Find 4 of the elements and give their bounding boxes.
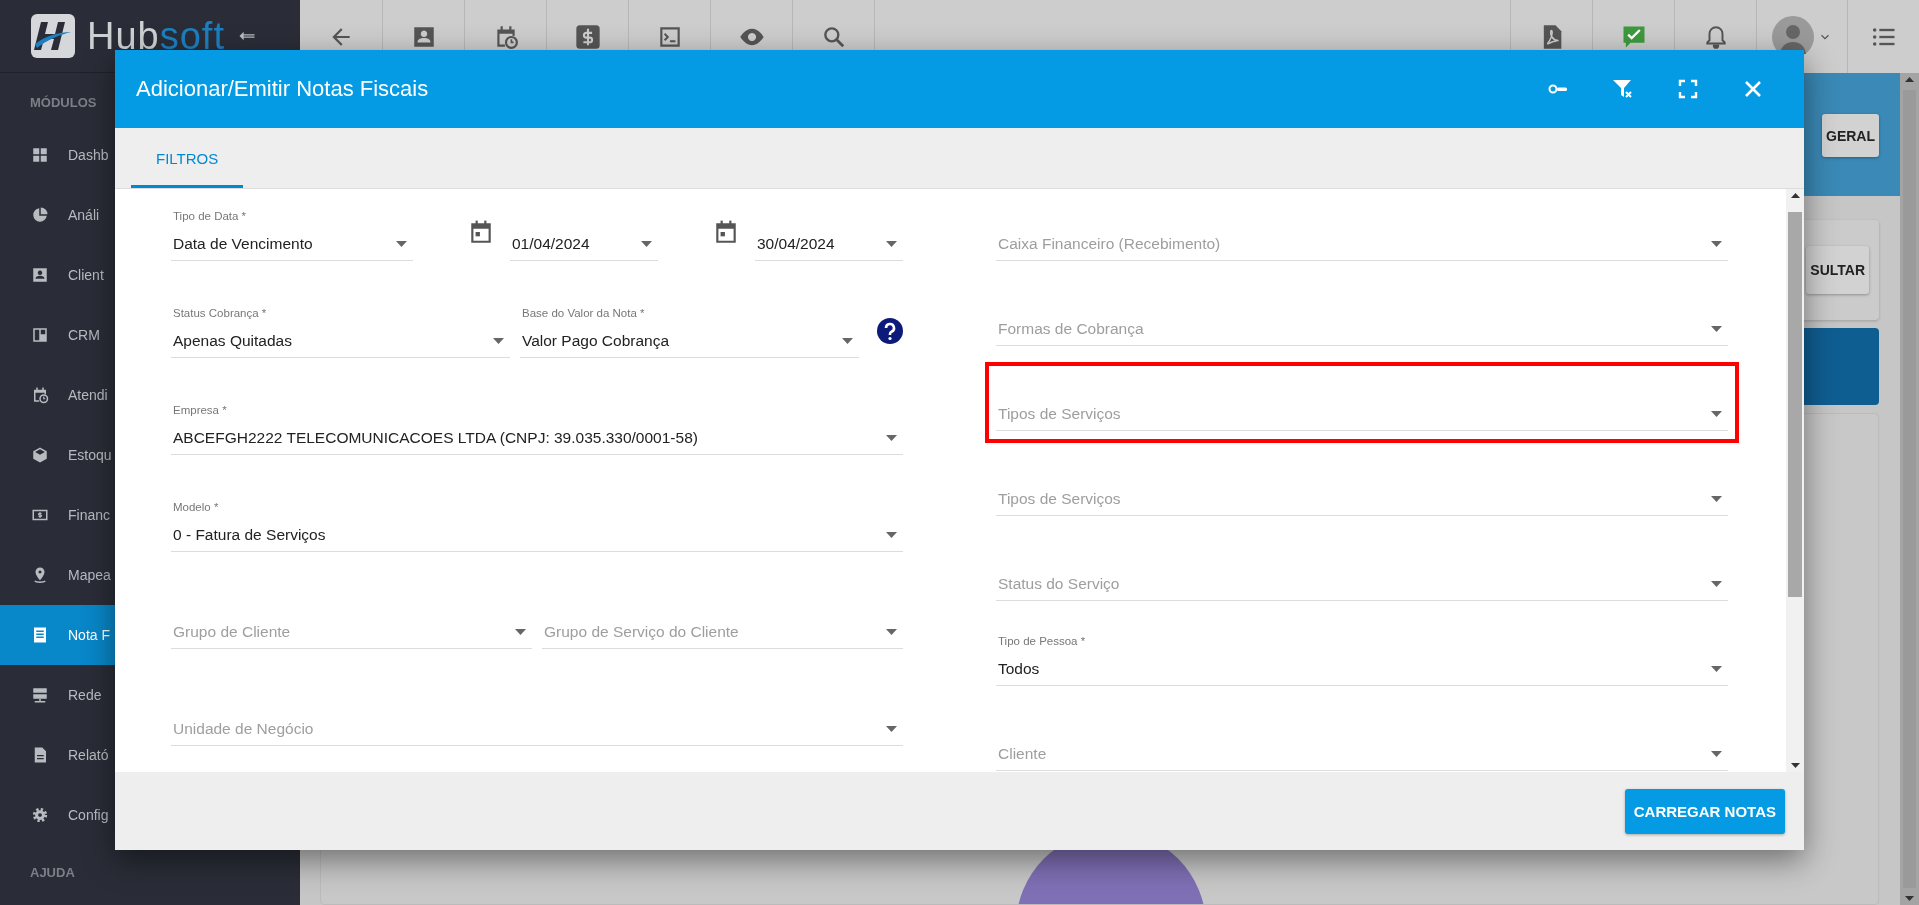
section-title: AJUDA [29, 864, 75, 882]
logo-text: Hubsoft [87, 14, 225, 58]
dialog-title: Adicionar/Emitir Notas Fiscais [136, 76, 430, 102]
section-title: MÓDULOS [29, 94, 97, 112]
